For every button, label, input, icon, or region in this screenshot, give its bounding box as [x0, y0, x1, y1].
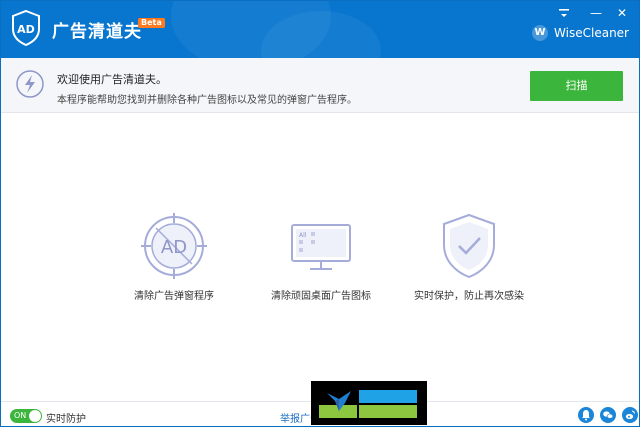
toggle-state-text: ON [14, 411, 27, 420]
lightning-icon [16, 70, 44, 98]
shield-check-icon [443, 213, 495, 279]
brand-name: WiseCleaner [554, 26, 629, 40]
overlay-block [359, 390, 417, 403]
bird-icon [327, 391, 351, 411]
app-title: 广告清道夫 [52, 22, 142, 42]
app-window: AD 广告清道夫 Beta — ✕ W WiseCleaner 欢迎使用广告清道… [0, 0, 640, 427]
beta-badge: Beta [138, 18, 165, 28]
bell-icon [582, 410, 590, 421]
realtime-protection-label: 实时防护 [46, 414, 86, 425]
feature-realtime-protection: 实时保护，防止再次感染 [399, 211, 539, 302]
monitor-icon-text: All [299, 232, 307, 239]
monitor-icon: All [291, 224, 351, 270]
wechat-button[interactable] [600, 407, 616, 423]
wechat-icon [603, 411, 614, 419]
notification-button[interactable] [578, 407, 594, 423]
toggle-knob [29, 410, 41, 422]
scan-button[interactable]: 扫描 [530, 71, 623, 101]
minimize-icon: — [590, 6, 602, 20]
banner-description: 本程序能帮助您找到并删除各种广告图标以及常见的弹窗广告程序。 [57, 95, 357, 106]
feature-label: 清除顽固桌面广告图标 [271, 291, 371, 302]
feature-label: 实时保护，防止再次感染 [414, 291, 524, 302]
feature-label: 清除广告弹窗程序 [134, 291, 214, 302]
brand-link[interactable]: W WiseCleaner [532, 24, 629, 42]
close-button[interactable]: ✕ [612, 5, 632, 21]
overlay-graphic [311, 381, 427, 425]
feature-remove-popups: AD 清除广告弹窗程序 [104, 211, 244, 302]
wisecleaner-logo-icon: W [532, 25, 549, 41]
ad-target-icon: AD [141, 213, 207, 279]
logo-text: AD [17, 23, 35, 36]
overlay-block [359, 405, 417, 418]
close-icon: ✕ [616, 6, 628, 20]
feature-remove-desktop-icons: All 清除顽固桌面广告图标 [251, 211, 391, 302]
weibo-icon [625, 410, 635, 420]
title-bar[interactable]: AD 广告清道夫 Beta — ✕ W WiseCleaner [1, 1, 639, 58]
weibo-button[interactable] [622, 407, 638, 423]
banner-title: 欢迎使用广告清道夫。 [57, 73, 167, 86]
menu-button[interactable] [554, 5, 574, 21]
minimize-button[interactable]: — [586, 5, 606, 21]
realtime-protection-toggle[interactable]: ON [10, 409, 42, 423]
app-logo-icon: AD [12, 9, 40, 47]
menu-icon [559, 9, 569, 17]
ad-icon-text: AD [161, 237, 187, 258]
welcome-banner: 欢迎使用广告清道夫。 本程序能帮助您找到并删除各种广告图标以及常见的弹窗广告程序… [1, 58, 639, 113]
